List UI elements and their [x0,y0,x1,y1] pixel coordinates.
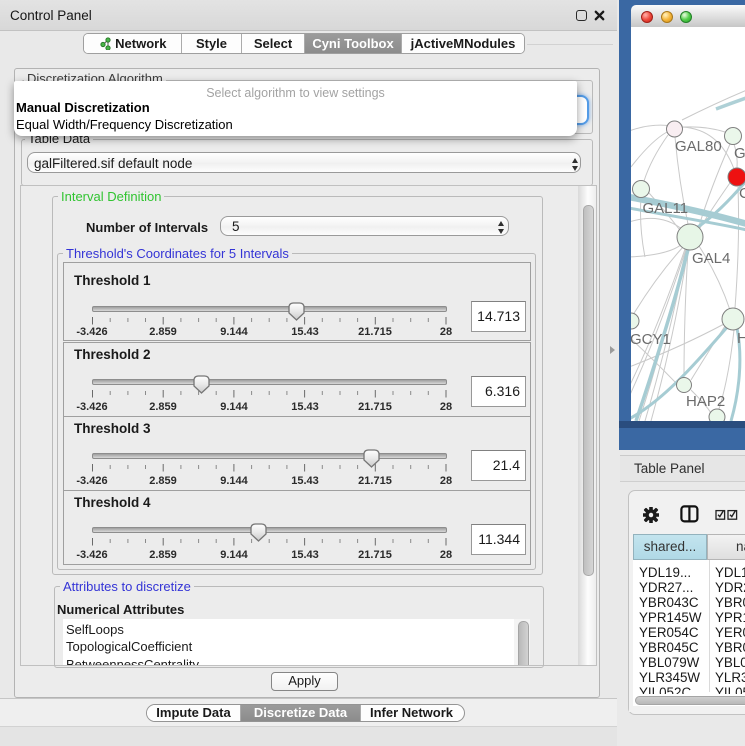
svg-text:GCY1: GCY1 [631,331,671,348]
svg-text:GAL4: GAL4 [692,250,730,267]
svg-text:GAL80: GAL80 [675,138,722,155]
svg-text:HIS: HIS [737,330,745,347]
svg-text:HAP2: HAP2 [686,393,725,410]
svg-text:GAL: GAL [734,145,745,162]
svg-text:GAL11: GAL11 [643,200,689,217]
svg-text:CR: CR [739,185,745,202]
